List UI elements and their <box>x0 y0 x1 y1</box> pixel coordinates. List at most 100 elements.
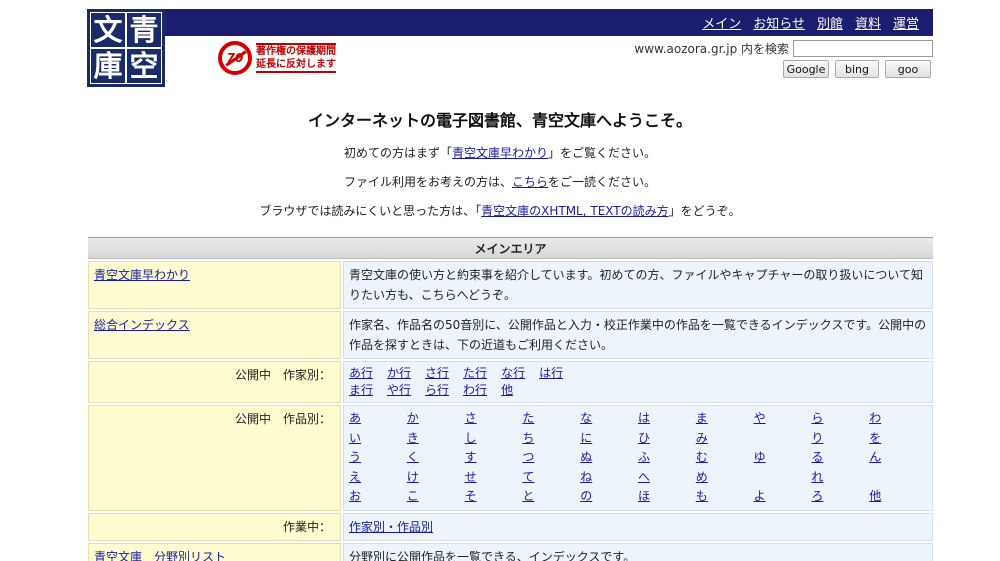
work-index-link[interactable]: 他 <box>869 489 881 503</box>
work-index-link[interactable]: た <box>522 411 534 425</box>
work-index-link[interactable]: を <box>869 431 881 445</box>
work-index-link[interactable]: ね <box>580 470 592 484</box>
work-index-link[interactable]: む <box>696 450 708 464</box>
work-index-link[interactable]: わ <box>869 411 881 425</box>
author-index-link[interactable]: か行 <box>387 366 411 380</box>
work-index-link[interactable]: れ <box>811 470 823 484</box>
quick-guide-link[interactable]: 青空文庫早わかり <box>452 146 548 160</box>
work-index-link[interactable]: け <box>407 470 419 484</box>
work-index-link[interactable]: ろ <box>811 489 823 503</box>
work-index-link[interactable]: も <box>696 489 708 503</box>
work-index-link[interactable]: り <box>811 431 823 445</box>
work-index-link[interactable]: き <box>407 431 419 445</box>
work-index-cell: 他 <box>869 487 927 507</box>
bing-search-button[interactable]: bing <box>835 60 879 78</box>
intro-text: 初めての方はまず「 <box>343 146 452 160</box>
work-index-link[interactable]: い <box>349 431 361 445</box>
author-index-link[interactable]: さ行 <box>425 366 449 380</box>
work-index-link[interactable]: す <box>465 450 477 464</box>
work-index-link[interactable]: さ <box>465 411 477 425</box>
table-row: 青空文庫 分野別リスト 分野別に公開作品を一覧できる、インデックスです。 <box>88 542 933 561</box>
work-index-cell: ゆ <box>754 448 812 468</box>
work-index-link[interactable]: そ <box>465 489 477 503</box>
nav-annex[interactable]: 別館 <box>817 13 843 32</box>
row-label: 総合インデックス <box>88 311 341 359</box>
work-index-link[interactable]: く <box>407 450 419 464</box>
author-index-link[interactable]: わ行 <box>463 383 487 397</box>
work-index-link[interactable]: ひ <box>638 431 650 445</box>
author-index-link[interactable]: た行 <box>463 366 487 380</box>
work-index-link[interactable]: ぬ <box>580 450 592 464</box>
reading-guide-link[interactable]: 青空文庫のXHTML, TEXTの読み方 <box>481 204 669 218</box>
quick-guide-row-link[interactable]: 青空文庫早わかり <box>94 268 190 282</box>
work-index-cell: せ <box>465 468 523 488</box>
work-index-link[interactable]: ち <box>522 431 534 445</box>
work-index-link[interactable]: か <box>407 411 419 425</box>
work-index-link[interactable]: あ <box>349 411 361 425</box>
file-usage-link[interactable]: こちら <box>512 175 548 189</box>
authors-label: 公開中 作家別： <box>88 361 341 403</box>
work-index-link[interactable]: の <box>580 489 592 503</box>
work-index-link[interactable]: へ <box>638 470 650 484</box>
work-index-link[interactable]: ほ <box>638 489 650 503</box>
author-index-link[interactable]: ら行 <box>425 383 449 397</box>
campaign-text: 著作権の保護期間 延長に反対します <box>256 43 336 73</box>
nav-materials[interactable]: 資料 <box>855 13 881 32</box>
work-index-link[interactable]: せ <box>465 470 477 484</box>
work-index-cell: す <box>465 448 523 468</box>
work-index-link[interactable]: こ <box>407 489 419 503</box>
nav-news[interactable]: お知らせ <box>753 13 805 32</box>
author-index-item: な行 <box>501 366 525 380</box>
work-index-link[interactable]: と <box>522 489 534 503</box>
nav-operations[interactable]: 運営 <box>893 13 919 32</box>
author-index-link[interactable]: な行 <box>501 366 525 380</box>
work-index-cell: し <box>465 429 523 449</box>
author-index-item: は行 <box>539 366 563 380</box>
work-index-link[interactable]: ん <box>869 450 881 464</box>
author-index-link[interactable]: は行 <box>539 366 563 380</box>
page-title: インターネットの電子図書館、青空文庫へようこそ。 <box>307 111 692 130</box>
work-index-link[interactable]: め <box>696 470 708 484</box>
work-index-link[interactable]: て <box>522 470 534 484</box>
work-index-cell: を <box>869 429 927 449</box>
work-index-link[interactable]: う <box>349 450 361 464</box>
work-index-link[interactable]: み <box>696 431 708 445</box>
work-index-link[interactable]: に <box>580 431 592 445</box>
author-index-link[interactable]: や行 <box>387 383 411 397</box>
logo-char: 青 <box>126 12 162 48</box>
work-index-link[interactable]: つ <box>522 450 534 464</box>
row-description: 作家名、作品名の50音別に、公開作品と入力・校正作業中の作品を一覧できるインデッ… <box>343 311 933 359</box>
google-search-button[interactable]: Google <box>783 60 829 78</box>
genre-list-link[interactable]: 青空文庫 分野別リスト <box>94 550 226 561</box>
author-index-link[interactable]: 他 <box>501 383 513 397</box>
aozora-logo[interactable]: 文 青 庫 空 <box>87 9 165 87</box>
work-index-link[interactable]: ま <box>696 411 708 425</box>
work-index-link[interactable]: や <box>754 411 766 425</box>
author-index-item: ら行 <box>425 383 449 397</box>
copyright-campaign-banner[interactable]: 70 著作権の保護期間 延長に反対します <box>218 40 338 76</box>
work-index-link[interactable]: ふ <box>638 450 650 464</box>
wip-index-link[interactable]: 作家別・作品別 <box>349 520 433 534</box>
campaign-line-2: 延長に反対します <box>256 59 336 70</box>
works-label: 公開中 作品別： <box>88 405 341 511</box>
work-index-link[interactable]: な <box>580 411 592 425</box>
row-label: 青空文庫 分野別リスト <box>88 542 341 561</box>
work-index-link[interactable]: お <box>349 489 361 503</box>
work-index-link[interactable]: は <box>638 411 650 425</box>
work-index-link[interactable]: ゆ <box>754 450 766 464</box>
work-index-cell: よ <box>754 487 812 507</box>
work-index-link[interactable]: よ <box>754 489 766 503</box>
work-index-link[interactable]: え <box>349 470 361 484</box>
table-row: 総合インデックス 作家名、作品名の50音別に、公開作品と入力・校正作業中の作品を… <box>88 311 933 359</box>
goo-search-button[interactable]: goo <box>885 60 931 78</box>
work-index-link[interactable]: る <box>811 450 823 464</box>
logo-char: 空 <box>126 48 162 84</box>
work-index-cell <box>869 468 927 488</box>
general-index-link[interactable]: 総合インデックス <box>94 318 190 332</box>
author-index-link[interactable]: ま行 <box>349 383 373 397</box>
work-index-link[interactable]: ら <box>811 411 823 425</box>
nav-main[interactable]: メイン <box>702 13 741 32</box>
work-index-link[interactable]: し <box>465 431 477 445</box>
search-input[interactable] <box>793 40 933 57</box>
author-index-link[interactable]: あ行 <box>349 366 373 380</box>
